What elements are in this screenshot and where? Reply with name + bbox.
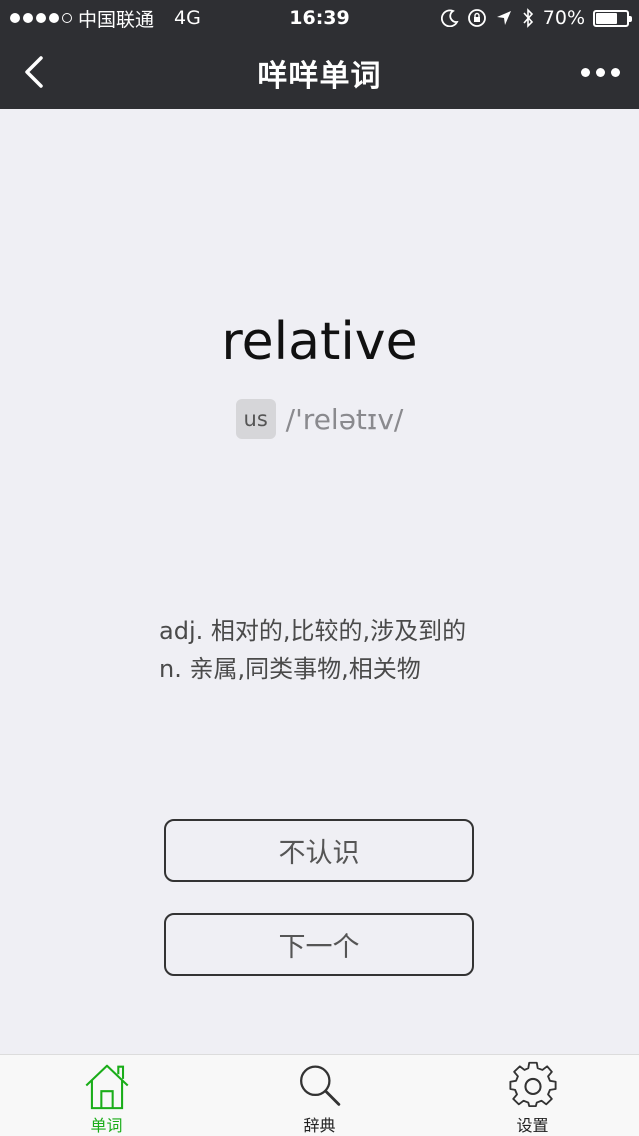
word-text: relative (221, 312, 418, 372)
tab-label: 设置 (516, 1116, 549, 1135)
battery-fill (596, 12, 617, 24)
chevron-left-icon (25, 56, 43, 88)
meanings: adj. 相对的,比较的,涉及到的 n. 亲属,同类事物,相关物 (159, 612, 466, 688)
back-button[interactable] (14, 52, 54, 92)
meaning-line: n. 亲属,同类事物,相关物 (159, 655, 421, 683)
meaning-line: adj. 相对的,比较的,涉及到的 (159, 617, 467, 645)
nav-bar: 咩咩单词 (0, 36, 639, 109)
carrier-label: 中国联通 (78, 8, 155, 31)
tab-words[interactable]: 单词 (0, 1055, 213, 1136)
app-screen: 中国联通 4G 16:39 70% 咩咩单词 relative us /'rel… (0, 0, 639, 1136)
more-dots-icon (580, 67, 590, 77)
moon-icon (440, 9, 459, 27)
gear-icon (508, 1061, 557, 1108)
next-button[interactable]: 下一个 (164, 913, 474, 976)
status-right: 70% (440, 7, 632, 29)
home-icon (85, 1064, 128, 1110)
network-label: 4G (174, 7, 201, 29)
rotation-lock-icon (467, 9, 486, 27)
battery-percent: 70% (542, 7, 585, 29)
tab-dictionary[interactable]: 辞典 (213, 1055, 426, 1136)
bluetooth-icon (523, 8, 533, 28)
more-button[interactable] (575, 52, 625, 92)
search-icon (299, 1065, 340, 1106)
phonetic-text: /'relətɪv/ (285, 402, 404, 436)
status-left: 中国联通 4G (10, 5, 441, 32)
tab-label: 单词 (90, 1116, 123, 1135)
page-title: 咩咩单词 (257, 58, 382, 94)
pronunciation-audio-button[interactable]: us (235, 399, 276, 439)
tab-settings[interactable]: 设置 (426, 1055, 639, 1136)
status-bar: 中国联通 4G 16:39 70% (0, 0, 639, 36)
signal-strength-icon (10, 13, 72, 23)
tab-bar: 单词 辞典 设置 (0, 1054, 639, 1136)
pronunciation: us /'relətɪv/ (0, 399, 639, 439)
unknown-button[interactable]: 不认识 (164, 819, 474, 882)
location-icon (496, 11, 511, 25)
tab-label: 辞典 (303, 1116, 336, 1135)
battery-icon (593, 9, 632, 27)
